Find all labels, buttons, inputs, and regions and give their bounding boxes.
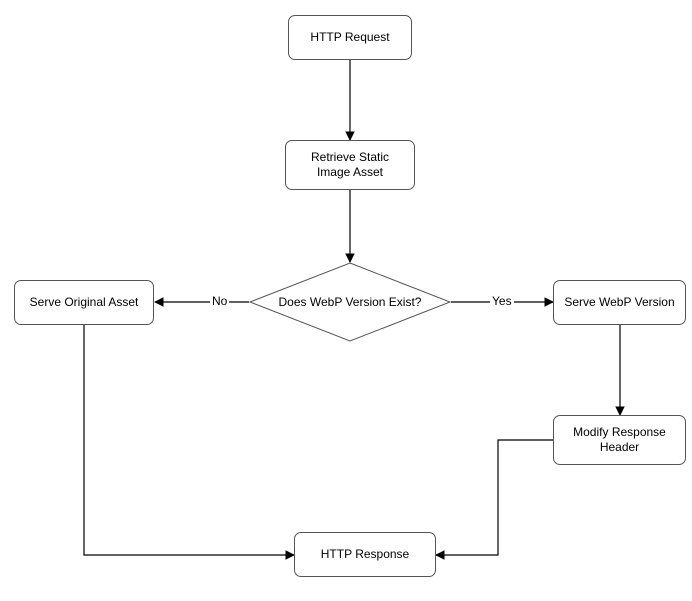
edge-original-to-response: [84, 325, 294, 555]
node-label: HTTP Request: [310, 30, 389, 45]
node-label: Serve Original Asset: [30, 295, 139, 310]
node-modify-header: Modify Response Header: [553, 415, 686, 465]
node-retrieve-asset: Retrieve Static Image Asset: [285, 140, 415, 190]
flowchart-canvas: HTTP Request Retrieve Static Image Asset…: [0, 0, 692, 601]
edge-label-no: No: [210, 294, 229, 308]
edge-modify-to-response: [436, 440, 553, 555]
node-label: HTTP Response: [321, 547, 409, 562]
node-label: Retrieve Static Image Asset: [294, 150, 406, 180]
node-serve-webp: Serve WebP Version: [553, 280, 686, 325]
node-http-request: HTTP Request: [288, 15, 412, 60]
node-http-response: HTTP Response: [294, 532, 436, 577]
node-label: Serve WebP Version: [564, 295, 674, 310]
edge-label-yes: Yes: [490, 294, 514, 308]
node-decision-webp: Does WebP Version Exist?: [249, 262, 451, 342]
node-serve-original: Serve Original Asset: [14, 280, 154, 325]
node-label: Modify Response Header: [562, 425, 677, 455]
